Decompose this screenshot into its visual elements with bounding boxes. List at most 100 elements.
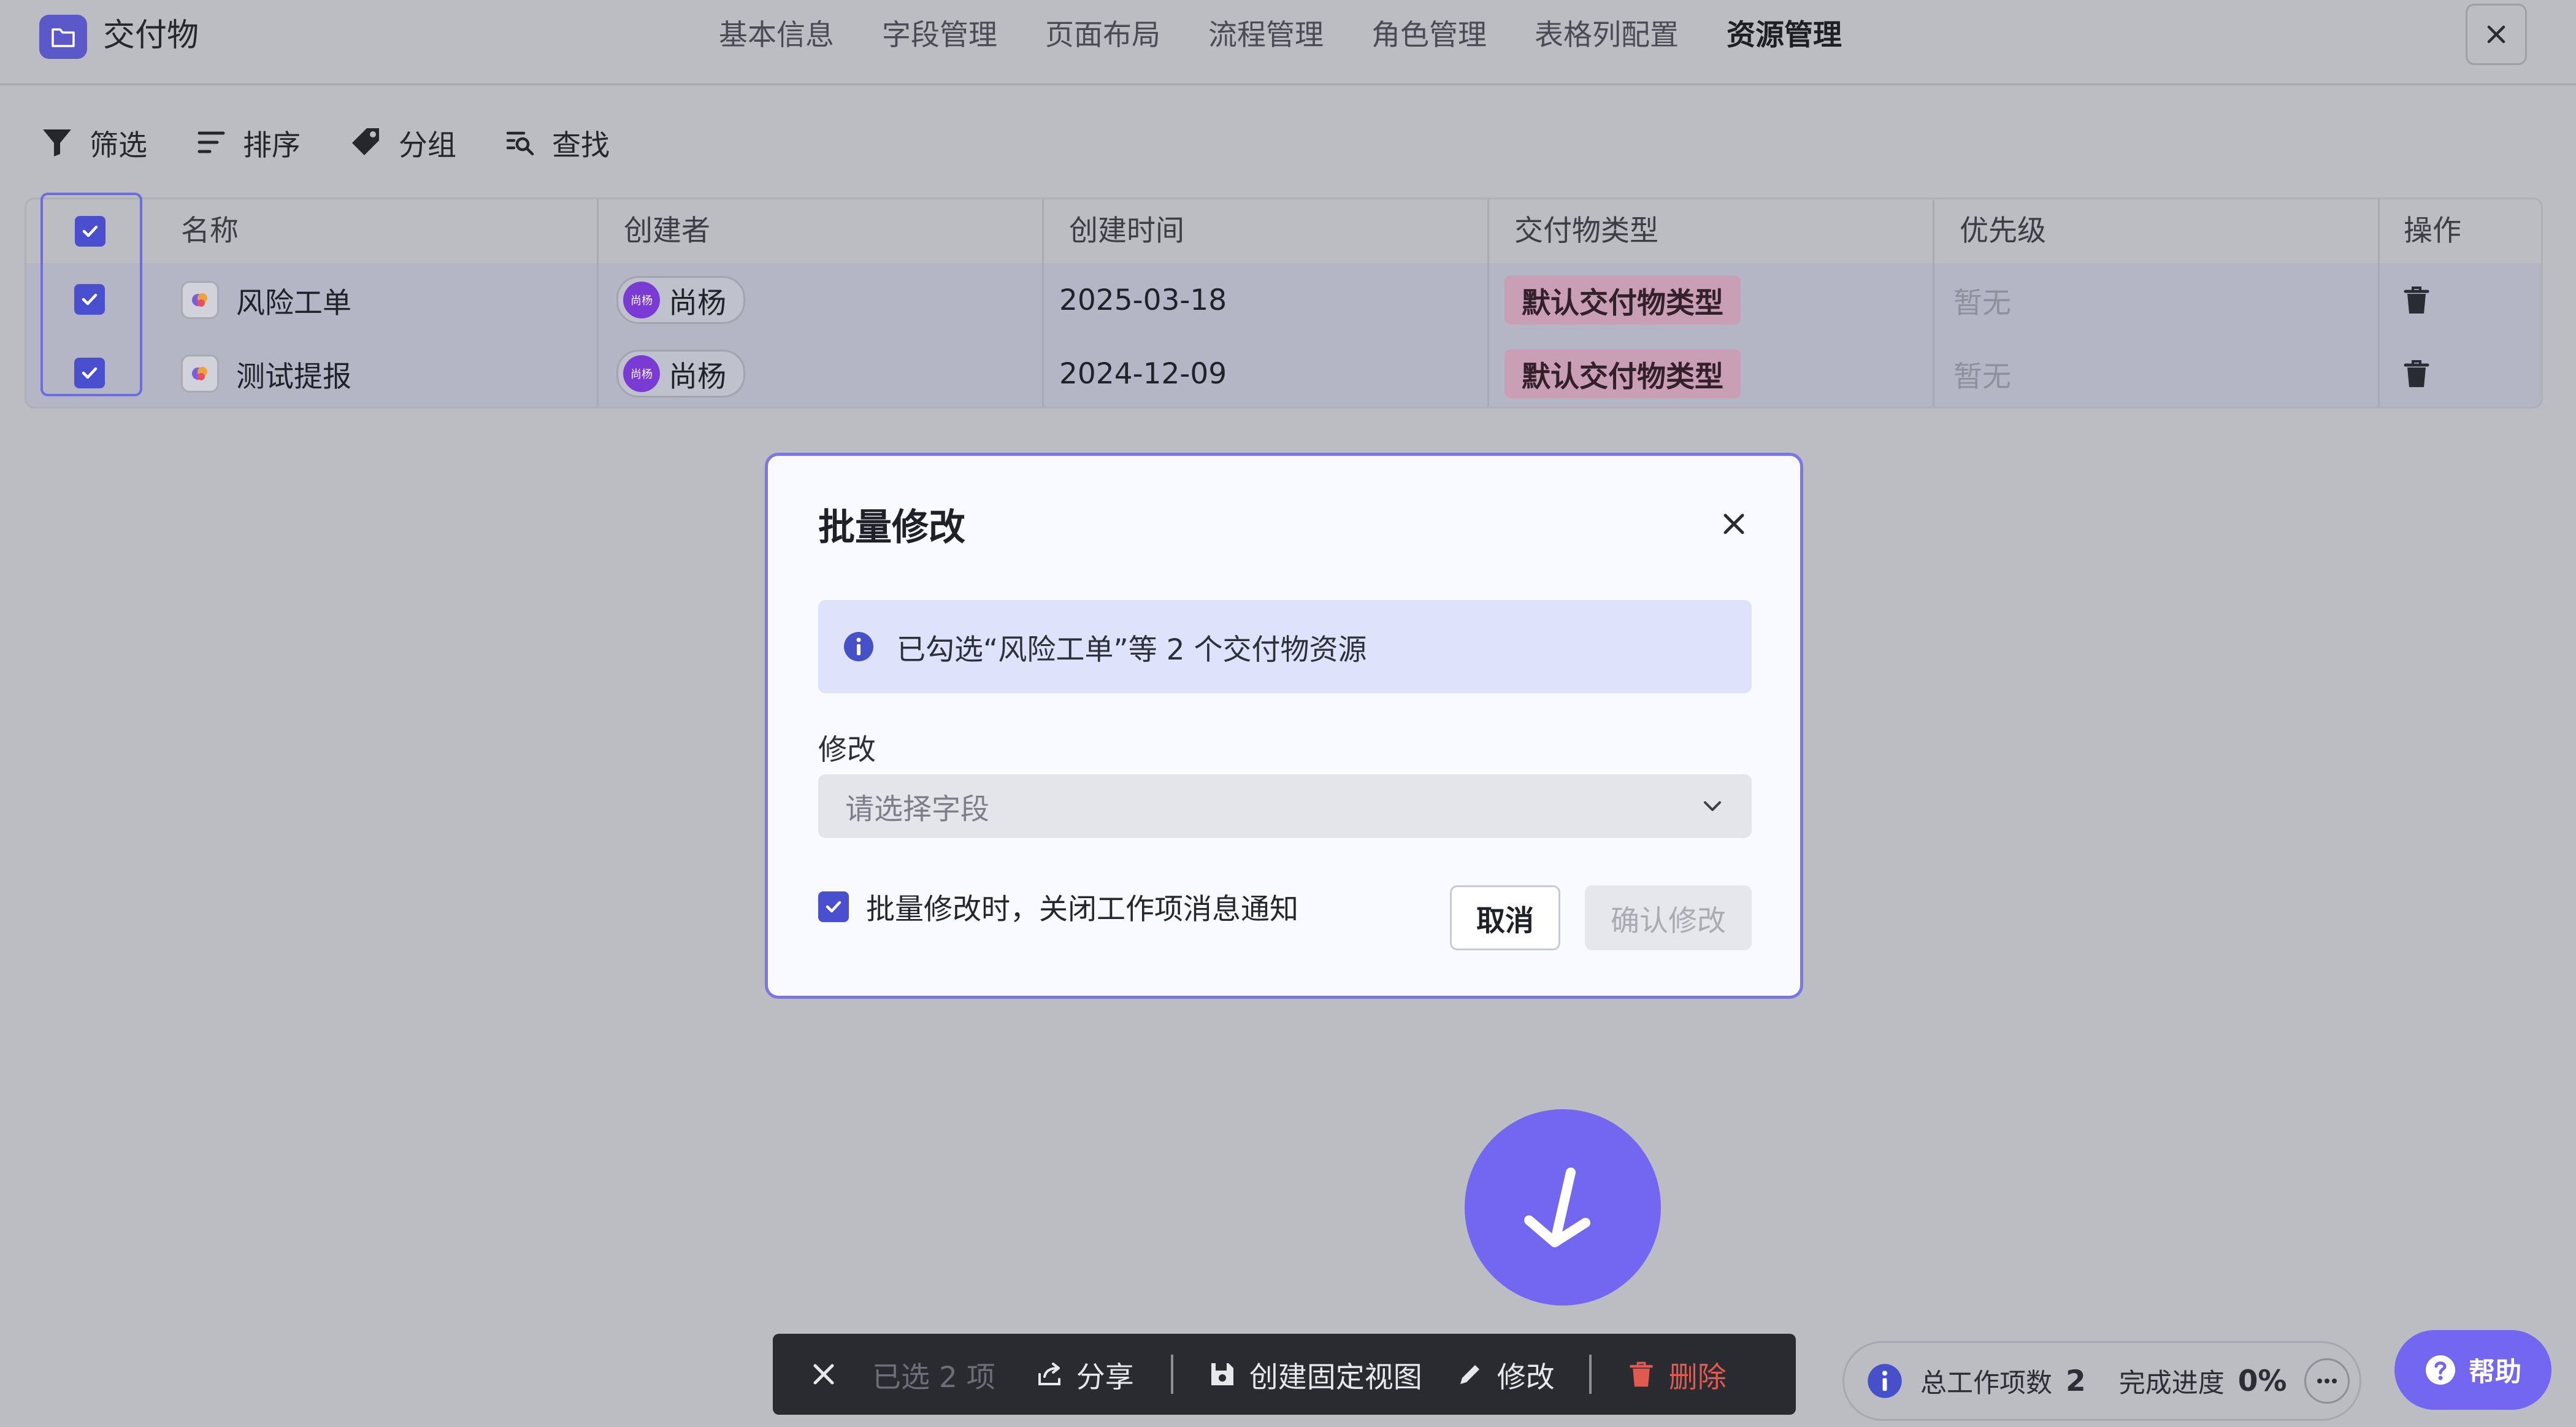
- cancel-button[interactable]: 取消: [1450, 885, 1560, 950]
- column-divider: [1042, 199, 1044, 407]
- find-button[interactable]: 查找: [505, 118, 610, 167]
- row-checkbox[interactable]: [74, 358, 105, 388]
- check-icon: [82, 367, 98, 379]
- column-divider: [597, 199, 599, 407]
- notify-option: 批量修改时，关闭工作项消息通知: [818, 885, 1298, 928]
- name-cell[interactable]: 风险工单: [181, 263, 351, 337]
- total-items-label: 总工作项数: [1920, 1368, 2052, 1399]
- field-select-placeholder: 请选择字段: [845, 792, 989, 826]
- trash-icon: [2404, 287, 2429, 313]
- batch-edit-label: 修改: [1497, 1360, 1555, 1394]
- select-all-checkbox[interactable]: [75, 216, 105, 247]
- arrow-down-left-icon: [1465, 1109, 1661, 1306]
- share-label: 分享: [1076, 1360, 1134, 1394]
- create-fixed-view-label: 创建固定视图: [1249, 1360, 1422, 1394]
- disable-notify-checkbox[interactable]: [818, 891, 849, 922]
- sort-button[interactable]: 排序: [196, 118, 301, 167]
- delete-row-button[interactable]: [2401, 263, 2432, 337]
- tab-workflow[interactable]: 流程管理: [1208, 13, 1324, 58]
- table-row[interactable]: 测试提报 尚杨 尚杨 2024-12-09 默认交付物类型 暂无: [26, 337, 2541, 407]
- row-checkbox[interactable]: [74, 284, 105, 315]
- batch-delete-button[interactable]: 删除: [1627, 1353, 1727, 1396]
- tab-roles[interactable]: 角色管理: [1371, 13, 1487, 58]
- tab-field-management[interactable]: 字段管理: [882, 13, 997, 58]
- clear-selection-button[interactable]: [811, 1361, 837, 1387]
- save-icon: [1211, 1363, 1233, 1385]
- help-button[interactable]: 帮助: [2394, 1330, 2551, 1410]
- type-cell: 默认交付物类型: [1505, 337, 1741, 407]
- tab-table-columns[interactable]: 表格列配置: [1535, 13, 1679, 58]
- name-cell[interactable]: 测试提报: [181, 337, 351, 407]
- close-page-button[interactable]: [2466, 4, 2527, 65]
- filter-icon: [43, 129, 71, 156]
- check-icon: [82, 225, 98, 237]
- sort-icon: [197, 131, 225, 153]
- column-divider: [2378, 199, 2380, 407]
- more-button[interactable]: [2304, 1358, 2350, 1404]
- filter-label: 筛选: [90, 128, 147, 163]
- col-type[interactable]: 交付物类型: [1514, 199, 1658, 263]
- trash-icon: [2404, 360, 2429, 387]
- dialog-close-button[interactable]: [1712, 502, 1755, 545]
- app-title: 交付物: [103, 17, 199, 54]
- tab-resources[interactable]: 资源管理: [1727, 13, 1842, 58]
- col-created-time[interactable]: 创建时间: [1069, 199, 1184, 263]
- type-tag: 默认交付物类型: [1505, 275, 1741, 325]
- column-divider: [1487, 199, 1489, 407]
- col-name[interactable]: 名称: [181, 199, 239, 263]
- user-chip[interactable]: 尚杨 尚杨: [616, 350, 745, 398]
- created-time: 2024-12-09: [1059, 356, 1227, 391]
- total-items-value: 2: [2066, 1364, 2086, 1398]
- priority-value[interactable]: 暂无: [1953, 263, 2011, 337]
- tab-page-layout[interactable]: 页面布局: [1045, 13, 1160, 58]
- creator-cell: 尚杨 尚杨: [616, 263, 745, 337]
- type-tag: 默认交付物类型: [1505, 349, 1741, 398]
- confirm-edit-button[interactable]: 确认修改: [1585, 885, 1752, 950]
- creator-name: 尚杨: [669, 286, 726, 320]
- resource-icon: [181, 281, 219, 319]
- creator-cell: 尚杨 尚杨: [616, 337, 745, 407]
- more-icon: [2317, 1379, 2337, 1383]
- created-time: 2025-03-18: [1059, 283, 1227, 317]
- batch-edit-button[interactable]: 修改: [1457, 1353, 1555, 1396]
- selected-count: 已选 2 项: [872, 1360, 995, 1394]
- progress-value: 0%: [2237, 1364, 2287, 1398]
- col-priority[interactable]: 优先级: [1960, 199, 2046, 263]
- sort-label: 排序: [243, 128, 301, 163]
- table-row[interactable]: 风险工单 尚杨 尚杨 2025-03-18 默认交付物类型 暂无: [26, 263, 2541, 339]
- share-button[interactable]: 分享: [1036, 1353, 1134, 1396]
- create-fixed-view-button[interactable]: 创建固定视图: [1209, 1353, 1422, 1396]
- resource-table: 名称 创建者 创建时间 交付物类型 优先级 操作 风险工单 尚杨 尚杨 2025…: [25, 198, 2543, 409]
- share-icon: [1038, 1363, 1060, 1385]
- batch-action-bar: 已选 2 项 分享 创建固定视图 修改 删除: [773, 1334, 1796, 1415]
- disable-notify-label[interactable]: 批量修改时，关闭工作项消息通知: [866, 885, 1298, 928]
- info-icon: [1868, 1364, 1902, 1398]
- type-cell: 默认交付物类型: [1505, 263, 1741, 337]
- field-label: 修改: [818, 733, 876, 767]
- user-chip[interactable]: 尚杨 尚杨: [616, 276, 745, 324]
- nav-tabs: 基本信息 字段管理 页面布局 流程管理 角色管理 表格列配置 资源管理: [719, 13, 1842, 58]
- tag-icon: [352, 128, 379, 155]
- avatar: 尚杨: [623, 282, 660, 318]
- resource-name: 风险工单: [236, 286, 351, 320]
- info-icon: [844, 632, 873, 661]
- creator-name: 尚杨: [669, 360, 726, 394]
- close-icon: [813, 1364, 834, 1385]
- batch-delete-label: 删除: [1668, 1360, 1727, 1394]
- filter-button[interactable]: 筛选: [40, 118, 147, 167]
- col-creator[interactable]: 创建者: [624, 199, 710, 263]
- check-icon: [826, 901, 841, 912]
- question-icon: [2426, 1355, 2455, 1385]
- delete-row-button[interactable]: [2401, 337, 2432, 407]
- chevron-down-icon: [1704, 801, 1721, 811]
- divider: [1589, 1355, 1592, 1394]
- close-icon: [2487, 25, 2505, 44]
- resource-name: 测试提报: [236, 360, 351, 394]
- field-select[interactable]: 请选择字段: [818, 774, 1752, 838]
- priority-value[interactable]: 暂无: [1953, 337, 2011, 407]
- group-button[interactable]: 分组: [350, 118, 456, 167]
- group-label: 分组: [399, 128, 456, 163]
- selection-info-banner: 已勾选“风险工单”等 2 个交付物资源: [818, 600, 1752, 693]
- tab-basic-info[interactable]: 基本信息: [719, 13, 834, 58]
- check-icon: [82, 293, 98, 306]
